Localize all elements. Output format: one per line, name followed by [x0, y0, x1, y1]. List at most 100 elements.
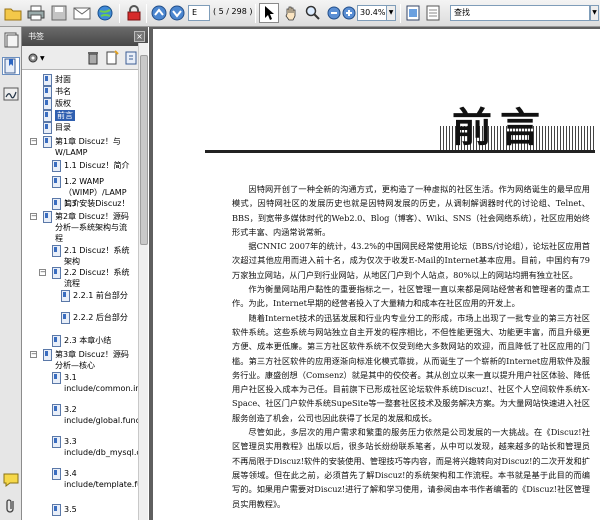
bookmark-item[interactable]: 3.4 include/template.func.php	[51, 468, 140, 490]
chevron-down-icon: ▼	[40, 54, 45, 62]
trash-icon	[88, 52, 98, 65]
bookmark-icon	[51, 468, 61, 480]
save-copy-button[interactable]	[49, 3, 69, 23]
bookmark-scrollbar[interactable]	[138, 43, 148, 520]
secure-button[interactable]	[124, 3, 144, 23]
bookmark-item[interactable]: 目录	[42, 122, 134, 134]
panel-toolbar: ▼	[22, 46, 148, 70]
bookmark-item[interactable]: 封面	[42, 74, 134, 86]
delete-bookmark-button[interactable]	[86, 50, 102, 66]
bookmark-item[interactable]: 2.2.2 后台部分	[60, 312, 134, 324]
bookmark-icon	[51, 176, 61, 188]
search-input[interactable]: 查找	[450, 5, 590, 21]
toolbar-separator	[119, 4, 120, 23]
bookmark-icon	[42, 110, 52, 122]
bookmark-label: 3.4 include/template.func.php	[64, 469, 140, 489]
pages-tab[interactable]	[2, 31, 20, 49]
bookmark-icon	[42, 349, 52, 361]
panel-title: 书签	[28, 32, 44, 41]
bookmark-item[interactable]: 3.1 include/common.inc.php	[51, 372, 140, 394]
paragraph: 随着Internet技术的迅猛发展和行业内专业分工的形成，市场上出现了一批专业的…	[232, 312, 590, 423]
bookmark-icon	[42, 74, 52, 86]
lock-icon	[127, 5, 141, 21]
bookmark-icon	[60, 290, 70, 302]
bookmark-item[interactable]: 第3章 Discuz！源码分析—核心	[42, 349, 134, 371]
bookmark-item[interactable]: 第2章 Discuz！源码分析—系统架构与流程	[42, 211, 134, 244]
bookmark-item[interactable]: 3.3 include/db_mysql.class.php	[51, 436, 140, 458]
bookmark-label: 书名	[55, 87, 71, 96]
bookmark-label: 1.1 Discuz！简介	[64, 161, 130, 170]
bookmark-icon	[4, 58, 16, 74]
bookmarks-tab[interactable]	[2, 57, 20, 75]
bookmark-item[interactable]: 1.1 Discuz！简介	[51, 160, 134, 172]
bookmark-label: 2.1 Discuz！系统架构	[64, 246, 130, 266]
signatures-tab[interactable]	[2, 85, 20, 103]
bookmark-item[interactable]: 第1章 Discuz！与W/LAMP	[42, 136, 134, 158]
collapse-toggle[interactable]: −	[30, 351, 37, 358]
pdf-reader-window: E ( 5 / 298 ) 30.4% ▼ 查找 ▼ 书签 × ▼ 封面 书名 …	[0, 0, 600, 520]
search-dropdown[interactable]: ▼	[590, 5, 599, 21]
collapse-toggle[interactable]: −	[39, 269, 46, 276]
bookmark-item[interactable]: 版权	[42, 98, 134, 110]
select-tool-button[interactable]	[259, 3, 279, 23]
panel-close-button[interactable]: ×	[134, 31, 145, 42]
paragraph: 因特网开创了一种全新的沟通方式，更构造了一种虚拟的社区生活。作为网络诞生的最早应…	[232, 184, 590, 237]
bookmark-icon	[51, 245, 61, 257]
options-menu-button[interactable]: ▼	[27, 50, 47, 66]
comments-tab[interactable]	[2, 471, 20, 489]
bookmark-item[interactable]: 1.3 安装Discuz！	[51, 198, 134, 210]
zoom-dropdown[interactable]: ▼	[387, 5, 396, 21]
bookmark-item[interactable]: 3.2 include/global.func.php	[51, 404, 140, 426]
collapse-toggle[interactable]: −	[30, 213, 37, 220]
toolbar: E ( 5 / 298 ) 30.4% ▼ 查找 ▼	[0, 0, 600, 27]
toolbar-separator	[146, 4, 147, 23]
marquee-zoom-button[interactable]	[303, 3, 323, 23]
bookmark-label: 1.3 安装Discuz！	[64, 199, 130, 208]
page-number-input[interactable]: E	[188, 5, 210, 21]
next-page-button[interactable]	[168, 3, 186, 23]
bookmark-icon	[60, 312, 70, 324]
bookmark-label: 2.2.2 后台部分	[73, 313, 128, 322]
bookmark-icon	[42, 136, 52, 148]
fit-width-button[interactable]	[424, 3, 442, 23]
arrow-up-icon	[151, 5, 167, 21]
email-button[interactable]	[72, 3, 92, 23]
web-button[interactable]	[95, 3, 115, 23]
minus-circle-icon	[327, 6, 341, 20]
bookmark-item[interactable]: 书名	[42, 86, 134, 98]
bookmark-item[interactable]: 2.1 Discuz！系统架构	[51, 245, 134, 267]
fit-page-button[interactable]	[404, 3, 422, 23]
comment-icon	[3, 473, 19, 487]
open-button[interactable]	[3, 3, 23, 23]
zoom-level-input[interactable]: 30.4%	[357, 5, 387, 21]
pages-icon	[4, 32, 19, 48]
bookmark-item[interactable]: 前言	[42, 110, 134, 122]
previous-page-button[interactable]	[150, 3, 168, 23]
printer-icon	[27, 5, 45, 21]
print-button[interactable]	[26, 3, 46, 23]
collapse-toggle[interactable]: −	[30, 138, 37, 145]
scrollbar-thumb[interactable]	[140, 55, 148, 245]
hand-tool-button[interactable]	[281, 3, 301, 23]
bookmark-item[interactable]: 2.2 Discuz！系统流程	[51, 267, 134, 289]
zoom-out-button[interactable]	[326, 3, 342, 23]
panel-header: 书签 ×	[22, 27, 148, 46]
bookmark-icon	[42, 98, 52, 110]
bookmark-label: 3.3 include/db_mysql.class.php	[64, 437, 140, 457]
new-bookmark-button[interactable]	[105, 50, 121, 66]
paragraph: 尽管如此，多层次的用户需求和繁重的服务压力依然是公司发展的一大挑战。在《Disc…	[232, 427, 590, 509]
hand-icon	[285, 6, 296, 21]
bookmark-label: 前言	[55, 110, 75, 121]
bookmark-icon	[51, 372, 61, 384]
magnifier-icon	[305, 5, 320, 20]
bookmark-icon	[42, 122, 52, 134]
bookmark-label: 3.1 include/common.inc.php	[64, 373, 140, 393]
disk-icon	[51, 5, 67, 21]
page-title: 前言	[452, 104, 548, 151]
attachments-tab[interactable]	[2, 497, 20, 515]
folder-icon	[4, 8, 22, 21]
bookmark-item[interactable]: 3.5	[51, 504, 134, 516]
zoom-in-button[interactable]	[341, 3, 357, 23]
bookmark-item[interactable]: 2.3 本章小结	[51, 335, 134, 347]
bookmark-item[interactable]: 2.2.1 前台部分	[60, 290, 134, 302]
